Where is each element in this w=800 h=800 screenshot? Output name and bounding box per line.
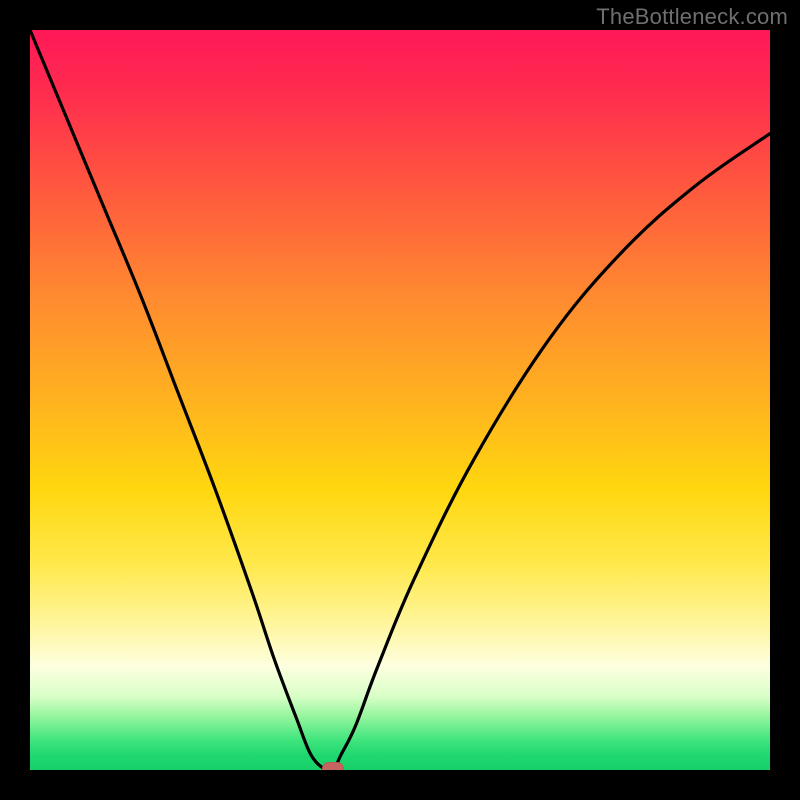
- chart-frame: TheBottleneck.com: [0, 0, 800, 800]
- bottleneck-curve: [30, 30, 770, 770]
- optimum-marker: [322, 762, 344, 770]
- plot-area: [30, 30, 770, 770]
- watermark-text: TheBottleneck.com: [596, 4, 788, 30]
- curve-svg: [30, 30, 770, 770]
